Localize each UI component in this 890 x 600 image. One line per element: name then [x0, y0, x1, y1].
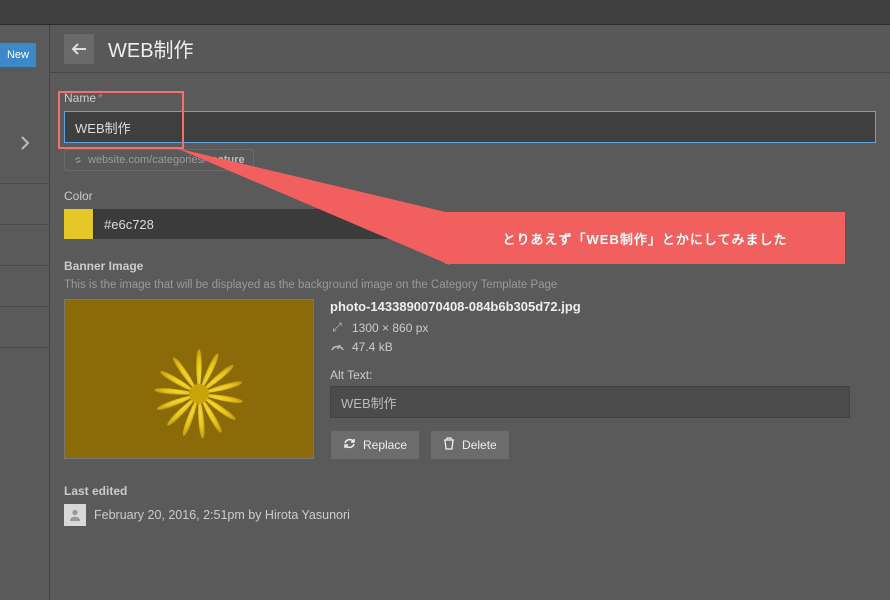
alt-text-input[interactable]	[330, 386, 850, 418]
link-icon	[73, 155, 83, 165]
left-rail: New	[0, 25, 50, 600]
annotation-callout: とりあえず「WEB制作」とかにしてみました	[445, 212, 845, 264]
name-label: Name*	[64, 91, 876, 105]
name-input[interactable]	[64, 111, 876, 143]
gauge-icon	[330, 339, 344, 354]
banner-description: This is the image that will be displayed…	[64, 279, 876, 291]
arrow-left-icon	[71, 42, 87, 56]
trash-icon	[443, 437, 455, 453]
rail-separator	[0, 224, 49, 225]
panel-header: WEB制作	[50, 25, 890, 73]
banner-filesize: 47.4 kB	[330, 339, 876, 354]
user-icon	[68, 508, 82, 522]
chevron-right-icon	[20, 136, 30, 150]
expand-icon: ⤢	[330, 320, 344, 335]
url-preview: website.com/categories/nature	[64, 149, 254, 171]
top-bar	[0, 0, 890, 25]
page-title: WEB制作	[108, 34, 194, 63]
rail-separator	[0, 306, 49, 307]
refresh-icon	[343, 437, 356, 453]
banner-thumbnail[interactable]	[64, 299, 314, 459]
rail-separator	[0, 183, 49, 184]
avatar	[64, 504, 86, 526]
replace-button[interactable]: Replace	[330, 430, 420, 460]
last-edited-label: Last edited	[64, 484, 876, 498]
back-button[interactable]	[64, 34, 94, 64]
expand-sidebar-button[interactable]	[0, 123, 50, 163]
delete-button[interactable]: Delete	[430, 430, 510, 460]
color-value: #e6c728	[94, 209, 414, 239]
new-button[interactable]: New	[0, 43, 36, 67]
rail-separator	[0, 265, 49, 266]
main-panel: WEB制作 Name* website.com/categories/natur…	[50, 25, 890, 600]
content-area: Name* website.com/categories/nature Colo…	[50, 73, 890, 526]
color-label: Color	[64, 189, 876, 203]
color-picker[interactable]: #e6c728	[64, 209, 414, 239]
alt-text-label: Alt Text:	[330, 368, 876, 382]
banner-dimensions: ⤢ 1300 × 860 px	[330, 320, 876, 335]
rail-separator	[0, 347, 49, 348]
last-edited-text: February 20, 2016, 2:51pm by Hirota Yasu…	[94, 508, 350, 522]
color-swatch	[64, 209, 94, 239]
banner-filename: photo-1433890070408-084b6b305d72.jpg	[330, 299, 876, 314]
required-marker: *	[98, 91, 103, 105]
